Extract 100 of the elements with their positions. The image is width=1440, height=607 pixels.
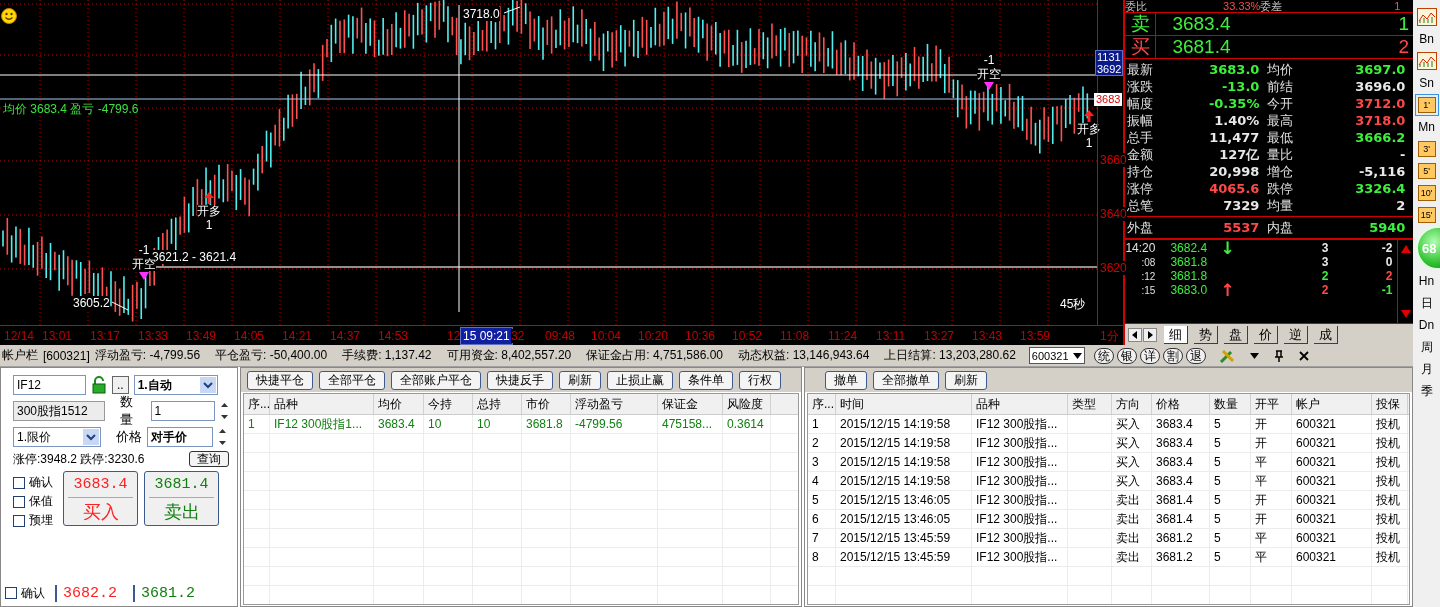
sell-button[interactable]: 3681.4 卖出: [144, 471, 219, 526]
quantity-field[interactable]: 1: [150, 401, 216, 421]
quantity-label: 数量: [120, 393, 135, 429]
panel-tab[interactable]: 细: [1164, 325, 1189, 344]
toolbar-button[interactable]: 刷新: [945, 370, 987, 390]
dropdown-caret-icon[interactable]: [1249, 352, 1259, 359]
table-cell: 600321: [1292, 472, 1372, 490]
toolbar-button[interactable]: 快捷平仓: [247, 370, 313, 390]
toolbar-item[interactable]: 季: [1420, 382, 1433, 400]
column-header[interactable]: 开平: [1251, 394, 1292, 414]
account-button[interactable]: 退: [1185, 347, 1206, 364]
column-header[interactable]: 品种: [972, 394, 1068, 414]
column-header[interactable]: 类型: [1068, 394, 1112, 414]
panel-tab[interactable]: 盘: [1224, 325, 1249, 344]
column-header[interactable]: 时间: [836, 394, 972, 414]
panel-tab[interactable]: 价: [1254, 325, 1279, 344]
toolbar-item[interactable]: 日: [1420, 294, 1433, 312]
period-button[interactable]: 1': [1414, 94, 1439, 116]
quick-buy-price[interactable]: 3682.2: [55, 584, 123, 602]
account-button[interactable]: 银: [1116, 347, 1137, 364]
toolbar-button[interactable]: 条件单: [679, 370, 733, 390]
toolbar-item[interactable]: Mn: [1418, 120, 1435, 134]
stat-value: 5940: [1369, 219, 1406, 236]
tick-change: -1: [1381, 283, 1393, 297]
scroll-left-icon[interactable]: [1128, 327, 1143, 342]
toolbar-item[interactable]: Bn: [1419, 32, 1434, 46]
account-select[interactable]: 600321: [1028, 347, 1085, 364]
table-cell: 3681.4: [1152, 491, 1210, 509]
contract-field[interactable]: IF12: [13, 375, 86, 395]
more-button[interactable]: ..: [112, 376, 129, 394]
toolbar-button[interactable]: 全部平仓: [319, 370, 385, 390]
table-cell: 买入: [1112, 415, 1152, 433]
close-icon[interactable]: [1298, 350, 1309, 361]
toolbar-button[interactable]: 快捷反手: [487, 370, 553, 390]
panel-tab[interactable]: 逆: [1284, 325, 1309, 344]
toolbar-button[interactable]: 撤单: [825, 370, 867, 390]
tick-price: 3681.8: [1170, 255, 1209, 269]
column-header[interactable]: 均价: [374, 394, 424, 414]
table-cell: 7: [808, 529, 836, 547]
scroll-right-icon[interactable]: [1143, 327, 1158, 342]
column-header[interactable]: 投保: [1372, 394, 1408, 414]
toolbar-button[interactable]: 全部撤单: [873, 370, 939, 390]
account-button[interactable]: 割: [1162, 347, 1183, 364]
column-header[interactable]: 品种: [270, 394, 374, 414]
chart-icon[interactable]: [1416, 8, 1437, 26]
toolbar-button[interactable]: 全部账户平仓: [391, 370, 481, 390]
column-header[interactable]: 总持: [473, 394, 522, 414]
query-button[interactable]: 查询: [189, 451, 229, 467]
column-header[interactable]: 风险度: [723, 394, 771, 414]
stat-value: 3326.4: [1355, 180, 1406, 197]
axis-label: 10:52: [732, 329, 763, 343]
column-header[interactable]: 数量: [1210, 394, 1251, 414]
toolbar-item[interactable]: Sn: [1419, 76, 1434, 90]
account-button[interactable]: 统: [1093, 347, 1114, 364]
column-header[interactable]: 帐户: [1292, 394, 1372, 414]
pin-icon[interactable]: [1273, 349, 1284, 362]
column-header[interactable]: 价格: [1152, 394, 1210, 414]
column-header[interactable]: 方向: [1112, 394, 1152, 414]
smiley-icon[interactable]: [1, 8, 17, 24]
toolbar-button[interactable]: 刷新: [559, 370, 601, 390]
table-cell: 2015/12/15 14:19:58: [836, 472, 972, 490]
column-header[interactable]: 市价: [522, 394, 571, 414]
confirm-checkbox[interactable]: 确认: [5, 584, 45, 602]
table-cell: 5: [1210, 434, 1251, 452]
toolbar-item[interactable]: Hn: [1418, 274, 1435, 288]
table-cell: 开: [1251, 434, 1292, 452]
table-cell: 6: [808, 510, 836, 528]
high-price-label: 3718.0: [463, 7, 500, 21]
toolbar-item[interactable]: Dn: [1418, 318, 1435, 332]
panel-tab[interactable]: 势: [1194, 325, 1219, 344]
option-checkbox[interactable]: 保值: [13, 493, 57, 510]
tick-time: :12: [1140, 270, 1157, 282]
open-mode-select[interactable]: 1.自动: [133, 375, 218, 395]
option-checkbox[interactable]: 确认: [13, 474, 57, 491]
table-cell: 买入: [1112, 434, 1152, 452]
price-type-select[interactable]: 1.限价: [13, 427, 101, 447]
spinner-icon[interactable]: [220, 401, 229, 421]
column-header[interactable]: 今持: [424, 394, 473, 414]
lock-icon[interactable]: [91, 376, 107, 394]
column-header[interactable]: 浮动盈亏: [571, 394, 658, 414]
panel-tab[interactable]: 成: [1314, 325, 1339, 344]
table-cell: 600321: [1292, 415, 1372, 433]
column-header[interactable]: 序...: [244, 394, 270, 414]
tools-icon[interactable]: [1218, 347, 1235, 364]
price-field[interactable]: 对手价: [147, 427, 213, 447]
toolbar-item[interactable]: 月: [1420, 360, 1433, 378]
account-button[interactable]: 详: [1139, 347, 1160, 364]
stat-label: 涨停: [1127, 180, 1155, 197]
column-header[interactable]: 保证金: [658, 394, 723, 414]
quick-sell-price[interactable]: 3681.2: [133, 584, 202, 602]
toolbar-button[interactable]: 止损止赢: [607, 370, 673, 390]
column-header[interactable]: 序...: [808, 394, 836, 414]
table-cell: 买入: [1112, 472, 1152, 490]
stat-value: 7329: [1223, 197, 1260, 214]
spinner-icon[interactable]: [218, 427, 227, 447]
toolbar-button[interactable]: 行权: [739, 370, 781, 390]
chart-icon[interactable]: [1416, 52, 1437, 70]
option-checkbox[interactable]: 预埋: [13, 512, 57, 529]
toolbar-item[interactable]: 周: [1420, 338, 1433, 356]
stat-value: 11,477: [1209, 129, 1260, 146]
